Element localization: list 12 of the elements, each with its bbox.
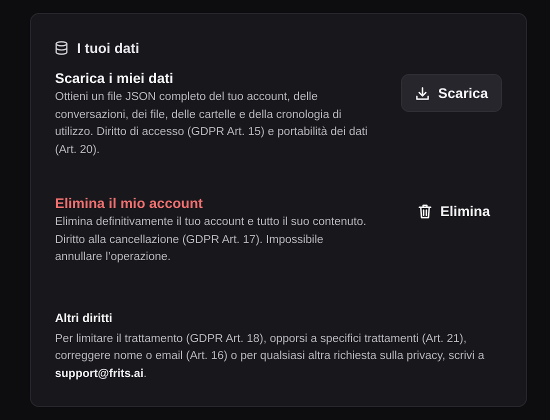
section-description: Elimina definitivamente il tuo account e tutto il suo contenuto. Diritto alla cancellazione (GDPR Art. 17). Impossibile annullare l’operazione.	[55, 215, 368, 265]
delete-button[interactable]: Elimina	[406, 195, 502, 227]
section-description: Per limitare il trattamento (GDPR Art. 18), opporsi a specifici trattamenti (Art. 21), correggere nome o email (Art. 16) o per qualsiasi altra richiesta sulla privacy, scrivi a support@frits.ai.	[55, 332, 485, 382]
download-icon	[415, 86, 430, 100]
section-title: Scarica i miei dati	[55, 70, 174, 86]
section-title: Altri diritti	[55, 310, 114, 324]
database-icon	[55, 41, 68, 55]
section-description: Ottieni un file JSON completo del tuo account, delle conversazioni, dei file, delle cartelle e della cronologia di utilizzo. Diritto di accesso (GDPR Art. 15) e portabilità dei dati (Art. 20).	[55, 90, 369, 158]
card-title: I tuoi dati	[77, 40, 140, 56]
section-title: Elimina il mio account	[55, 195, 204, 211]
trash-icon	[418, 204, 432, 218]
download-button[interactable]: Scarica	[401, 74, 502, 112]
